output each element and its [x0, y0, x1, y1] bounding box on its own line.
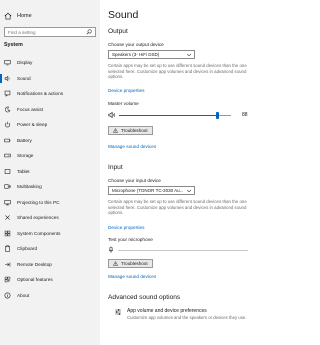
sidebar-item-label: Tablet [17, 168, 30, 174]
sidebar-item-label: Multitasking [17, 184, 42, 190]
app-volume-preferences-item[interactable]: App volume and device preferences Custom… [114, 308, 246, 320]
section-heading-system: System [4, 42, 23, 48]
volume-fill [119, 114, 218, 116]
sidebar-item-label: Shared experiences [17, 215, 59, 221]
output-device-properties-link[interactable]: Device properties [108, 88, 144, 93]
components-icon [4, 230, 11, 236]
sidebar-item-label: Focus assist [17, 106, 44, 112]
sidebar-item-system-components[interactable]: System Components [0, 226, 100, 242]
microphone-level-bar [118, 250, 248, 251]
speaker-icon [4, 75, 10, 81]
clipboard-icon [5, 245, 10, 252]
app-volume-title: App volume and device preferences [127, 308, 207, 314]
remote-icon [5, 262, 11, 267]
sidebar-item-notifications[interactable]: Notifications & actions [0, 86, 100, 102]
speaker-icon[interactable] [108, 111, 116, 119]
sidebar-item-clipboard[interactable]: Clipboard [0, 241, 100, 257]
shared-icon [5, 215, 10, 221]
power-icon [4, 121, 11, 128]
master-volume-value: 88 [242, 112, 248, 118]
sidebar-item-about[interactable]: About [0, 288, 100, 304]
input-info-text: Certain apps may be set up to use differ… [108, 199, 247, 216]
sidebar-item-optional-features[interactable]: Optional features [0, 272, 100, 288]
sidebar-item-tablet[interactable]: Tablet [0, 164, 100, 180]
sidebar-item-power-sleep[interactable]: Power & sleep [0, 117, 100, 133]
projecting-icon [4, 199, 11, 205]
sidebar-nav: Display Sound Notifications & actions Fo… [0, 55, 100, 303]
warning-icon [113, 261, 118, 266]
advanced-sound-heading: Advanced sound options [108, 294, 181, 301]
sidebar-item-label: Remote Desktop [17, 261, 52, 267]
sidebar-item-remote-desktop[interactable]: Remote Desktop [0, 257, 100, 273]
output-device-dropdown[interactable]: Speakers (3- HiFi DSD) [108, 50, 195, 59]
home-link[interactable]: Home [4, 11, 32, 21]
volume-thumb[interactable] [216, 111, 220, 119]
search-input[interactable]: Find a setting [8, 30, 86, 35]
sidebar: Home Find a setting System Display Sound… [0, 0, 100, 345]
chevron-down-icon [187, 53, 191, 56]
master-volume-slider[interactable] [108, 111, 240, 119]
sidebar-item-label: Battery [17, 137, 32, 143]
troubleshoot-label: Troubleshoot [121, 128, 148, 133]
sidebar-item-display[interactable]: Display [0, 55, 100, 71]
test-microphone-label: Test your microphone [108, 237, 153, 242]
warning-icon [113, 128, 118, 133]
main-content: Sound Output Choose your output device S… [108, 0, 296, 345]
sidebar-item-label: Clipboard [17, 246, 38, 252]
input-device-properties-link[interactable]: Device properties [108, 225, 144, 230]
optional-features-icon [4, 277, 11, 283]
home-icon [4, 12, 12, 20]
page-title: Sound [108, 9, 139, 21]
multitasking-icon [4, 184, 11, 189]
sidebar-item-label: Display [17, 60, 33, 66]
input-device-label: Choose your input device [108, 178, 161, 183]
home-label: Home [17, 13, 32, 19]
master-volume-label: Master volume [108, 101, 139, 106]
input-device-value: Microphone (TONOR TC-2030 Au... [112, 188, 184, 193]
sidebar-item-shared-experiences[interactable]: Shared experiences [0, 210, 100, 226]
microphone-level-meter [108, 246, 248, 254]
notifications-icon [4, 91, 11, 98]
battery-icon [4, 138, 11, 142]
chevron-down-icon [187, 189, 191, 192]
search-icon[interactable] [86, 29, 92, 35]
output-info-text: Certain apps may be set up to use differ… [108, 63, 247, 80]
display-icon [4, 60, 11, 66]
sidebar-item-focus-assist[interactable]: Focus assist [0, 102, 100, 118]
storage-icon [4, 154, 11, 158]
sidebar-item-storage[interactable]: Storage [0, 148, 100, 164]
input-troubleshoot-button[interactable]: Troubleshoot [108, 259, 153, 268]
mixer-icon [115, 309, 121, 315]
sidebar-item-projecting[interactable]: Projecting to this PC [0, 195, 100, 211]
input-device-dropdown[interactable]: Microphone (TONOR TC-2030 Au... [108, 186, 195, 195]
output-manage-devices-link[interactable]: Manage sound devices [108, 144, 156, 149]
tablet-icon [4, 168, 11, 174]
output-heading: Output [108, 28, 128, 35]
output-device-label: Choose your output device [108, 42, 164, 47]
output-troubleshoot-button[interactable]: Troubleshoot [108, 126, 153, 135]
sidebar-item-label: Notifications & actions [17, 91, 64, 97]
sidebar-item-sound[interactable]: Sound [0, 71, 100, 87]
sidebar-item-label: About [17, 292, 30, 298]
output-device-value: Speakers (3- HiFi DSD) [112, 52, 160, 57]
app-volume-description: Customize app volumes and the speakers o… [127, 315, 247, 320]
input-manage-devices-link[interactable]: Manage sound devices [108, 274, 156, 279]
sidebar-item-label: System Components [17, 230, 61, 236]
sidebar-item-label: Projecting to this PC [17, 199, 60, 205]
sidebar-item-multitasking[interactable]: Multitasking [0, 179, 100, 195]
info-icon [4, 292, 11, 299]
sidebar-item-battery[interactable]: Battery [0, 133, 100, 149]
troubleshoot-label: Troubleshoot [121, 261, 148, 266]
sidebar-item-label: Storage [17, 153, 34, 159]
sidebar-item-label: Power & sleep [17, 122, 48, 128]
moon-icon [5, 106, 11, 112]
sidebar-item-label: Optional features [17, 277, 53, 283]
microphone-icon [108, 246, 114, 253]
settings-search-box[interactable]: Find a setting [4, 27, 96, 37]
input-heading: Input [108, 164, 123, 171]
sidebar-item-label: Sound [17, 75, 31, 81]
